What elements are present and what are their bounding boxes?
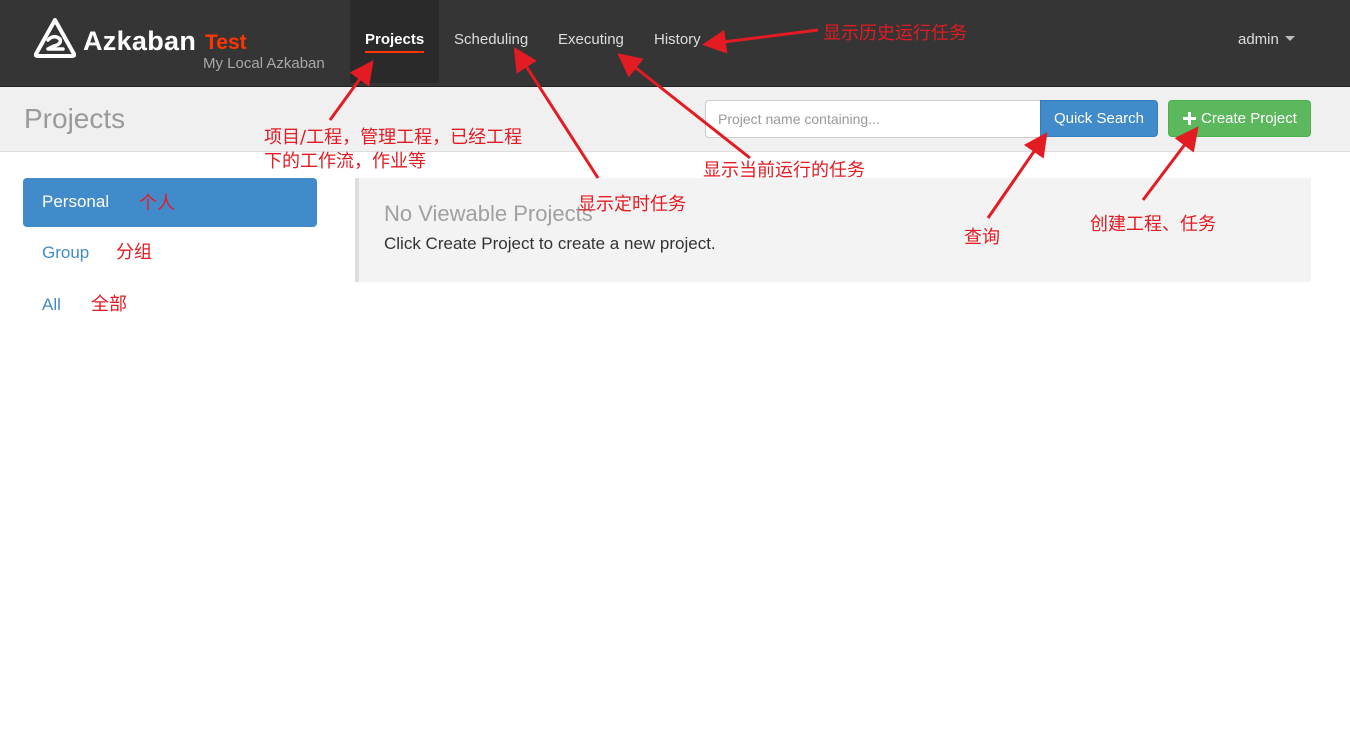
active-tab-underline xyxy=(365,51,424,53)
caret-down-icon xyxy=(1284,36,1295,41)
top-navbar: Azkaban Test My Local Azkaban Projects S… xyxy=(0,0,1350,87)
annotation-create: 创建工程、任务 xyxy=(1090,214,1216,235)
user-menu[interactable]: admin xyxy=(1238,31,1295,48)
sidebar-item-label: Group xyxy=(42,243,90,262)
annotation-scheduling: 显示定时任务 xyxy=(578,194,686,215)
nav-scheduling-label: Scheduling xyxy=(454,31,529,48)
nav-projects-label: Projects xyxy=(365,31,425,48)
user-name: admin xyxy=(1238,31,1279,48)
annotation-personal: 个人 xyxy=(139,193,175,214)
azkaban-app: Azkaban Test My Local Azkaban Projects S… xyxy=(0,0,1350,732)
sidebar-item-label: Personal xyxy=(42,192,110,211)
sidebar-item-group[interactable]: Group xyxy=(23,229,317,278)
sidebar-item-label: All xyxy=(42,295,61,314)
annotation-executing: 显示当前运行的任务 xyxy=(703,160,865,181)
project-search-input[interactable] xyxy=(705,100,1041,138)
annotation-group: 分组 xyxy=(116,242,152,263)
brand-subtitle: My Local Azkaban xyxy=(203,55,325,72)
empty-state-title: No Viewable Projects xyxy=(384,201,593,226)
brand-environment: Test xyxy=(205,31,247,54)
annotation-all: 全部 xyxy=(91,294,127,315)
nav-history-label: History xyxy=(654,31,701,48)
empty-state-text: Click Create Project to create a new pro… xyxy=(384,234,716,253)
annotation-projects-line2: 下的工作流，作业等 xyxy=(264,151,426,172)
brand-name: Azkaban xyxy=(83,26,197,56)
page-header: Projects Quick Search Create Project xyxy=(0,87,1350,152)
azkaban-logo-icon xyxy=(34,18,76,58)
plus-icon xyxy=(1183,112,1196,125)
quick-search-button[interactable]: Quick Search xyxy=(1040,100,1158,137)
annotation-projects-line1: 项目/工程，管理工程，已经工程 xyxy=(264,127,523,148)
annotation-search: 查询 xyxy=(964,227,1000,248)
annotation-history: 显示历史运行任务 xyxy=(823,23,967,44)
create-project-label: Create Project xyxy=(1201,110,1297,127)
page-title: Projects xyxy=(24,103,126,134)
create-project-button[interactable]: Create Project xyxy=(1168,100,1311,137)
nav-projects[interactable]: Projects xyxy=(350,0,439,83)
sidebar-item-all[interactable]: All xyxy=(23,281,317,330)
nav-executing-label: Executing xyxy=(558,31,624,48)
